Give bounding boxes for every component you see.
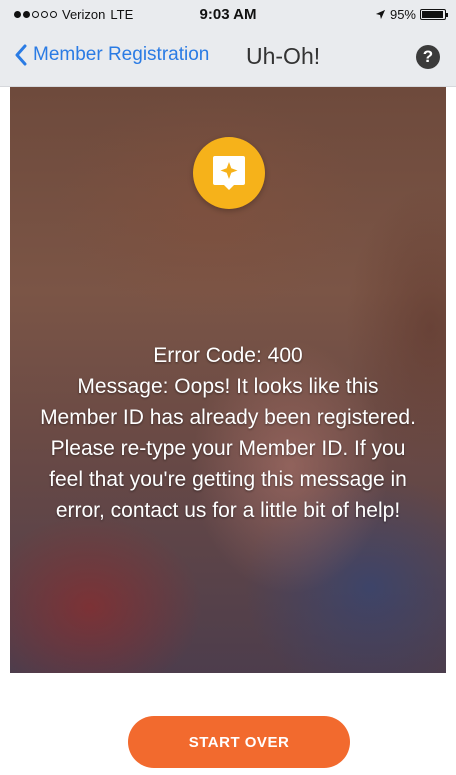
navigation-bar: Member Registration Uh-Oh! ? [0,30,456,87]
help-button[interactable]: ? [416,45,440,69]
question-mark-icon: ? [422,47,434,66]
page-title: Uh-Oh! [246,43,321,69]
location-arrow-icon [375,9,386,20]
error-message: Message: Oops! It looks like this Member… [40,375,416,522]
star-chat-icon [213,156,245,190]
error-text-block: Error Code: 400 Message: Oops! It looks … [40,340,416,526]
status-right-group: 95% [375,7,448,22]
status-bar: Verizon LTE 9:03 AM 95% [0,0,456,30]
back-button[interactable]: Member Registration [14,44,209,66]
battery-icon [420,9,448,20]
error-code: Error Code: 400 [153,344,303,367]
battery-percent: 95% [389,7,416,22]
back-button-label: Member Registration [33,44,210,65]
start-over-button[interactable]: START OVER [128,716,350,768]
badge-circle [193,137,265,209]
chevron-left-icon [15,44,27,66]
error-hero: Error Code: 400 Message: Oops! It looks … [10,87,446,673]
